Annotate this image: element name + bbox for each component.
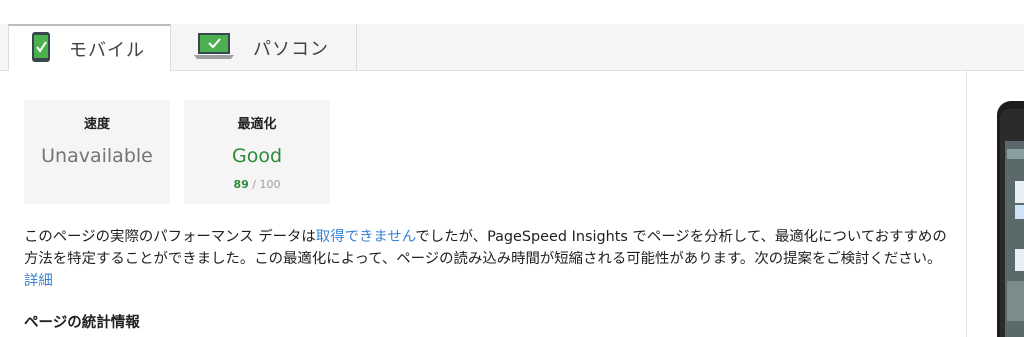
phone-screenshot-preview — [997, 101, 1024, 337]
summary-description: このページの実際のパフォーマンス データは取得できませんでしたが、PageSpe… — [24, 226, 954, 292]
mobile-preview-panel — [966, 71, 1024, 337]
laptop-check-icon — [193, 31, 235, 65]
details-link[interactable]: 詳細 — [24, 273, 53, 289]
optimization-card: 最適化 Good 89 / 100 — [184, 100, 330, 204]
speed-card-title: 速度 — [83, 117, 110, 132]
tab-desktop[interactable]: パソコン — [171, 24, 357, 71]
tab-mobile[interactable]: モバイル — [8, 24, 171, 72]
speed-card-value: Unavailable — [41, 145, 153, 167]
results-panel: 速度 Unavailable 最適化 Good 89 / 100 このページの実… — [0, 71, 966, 337]
speed-card: 速度 Unavailable — [24, 100, 170, 204]
page-stats-heading: ページの統計情報 — [24, 315, 140, 331]
optimization-card-value: Good — [231, 145, 283, 167]
unavailable-data-link[interactable]: 取得できません — [316, 229, 416, 245]
mobile-phone-check-icon — [31, 31, 51, 67]
optimization-score-suffix: / 100 — [248, 178, 281, 191]
description-text-1: このページの実際のパフォーマンス データは — [24, 229, 316, 245]
tab-desktop-label: パソコン — [253, 38, 329, 60]
optimization-card-title: 最適化 — [237, 117, 277, 132]
tab-mobile-label: モバイル — [69, 40, 145, 61]
optimization-score: 89 / 100 — [184, 178, 330, 191]
device-tabbar: モバイル パソコン — [0, 24, 1024, 72]
optimization-score-number: 89 — [233, 178, 249, 191]
